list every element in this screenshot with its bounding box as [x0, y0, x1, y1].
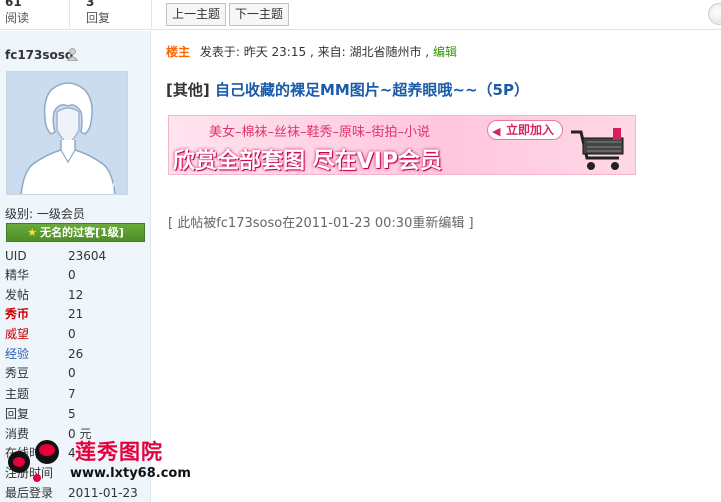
- info-value: 23604: [68, 249, 107, 263]
- post-meta: 楼主 发表于: 昨天 23:15 , 来自: 湖北省随州市 , 编辑: [166, 43, 457, 60]
- floor-label: 楼主: [166, 45, 191, 59]
- banner-headline: 欣赏全部套图 尽在VIP会员: [173, 149, 442, 174]
- watermark-site-name: 莲秀图院: [75, 440, 163, 464]
- next-topic-button[interactable]: 下一主题: [229, 3, 290, 26]
- toolbar-round-button[interactable]: [708, 3, 721, 25]
- divider: [69, 0, 70, 30]
- info-value: 5: [68, 407, 76, 421]
- watermark-url: www.lxty68.com: [70, 466, 191, 481]
- divider: [151, 0, 152, 30]
- info-value: 2011-01-23: [68, 486, 138, 500]
- posted-time: 23:15: [271, 45, 307, 59]
- rank-label: 无名的过客[1级]: [40, 226, 124, 239]
- edit-link[interactable]: 编辑: [433, 45, 457, 59]
- view-count: 61 阅读: [5, 0, 29, 26]
- info-key: UID: [5, 249, 27, 263]
- avatar-watermark: pw: [100, 180, 115, 191]
- post-source: , 来自: 湖北省随州市: [309, 45, 422, 59]
- info-key: 威望: [5, 327, 30, 341]
- info-value: 0: [68, 327, 76, 341]
- star-icon: ★: [27, 226, 38, 239]
- user-status-icon: [67, 48, 78, 61]
- banner-tagline: 美女–棉袜–丝袜–鞋秀–原味–街拍–小说: [209, 125, 431, 140]
- vip-banner[interactable]: 美女–棉袜–丝袜–鞋秀–原味–街拍–小说 欣赏全部套图 尽在VIP会员 ◀ 立即加…: [168, 115, 636, 175]
- info-key: 主题: [5, 387, 30, 401]
- avatar[interactable]: pw: [6, 71, 128, 195]
- shopping-cart-icon: [571, 128, 624, 170]
- info-value: 26: [68, 347, 84, 361]
- info-key: 秀币: [5, 307, 30, 321]
- info-value: 12: [68, 288, 84, 302]
- info-key: 精华: [5, 268, 30, 282]
- info-value: 21: [68, 307, 84, 321]
- author-name[interactable]: fc173soso: [5, 48, 73, 62]
- info-key: 最后登录: [5, 486, 54, 500]
- info-value: 7: [68, 387, 76, 401]
- rank-badge: ★ 无名的过客[1级]: [6, 223, 145, 242]
- arrow-left-icon: ◀: [492, 125, 501, 138]
- member-level: 级别: 一级会员: [5, 207, 85, 221]
- info-value: 0: [68, 268, 76, 282]
- reply-count-label: 回复: [86, 11, 111, 25]
- view-count-value: 61: [5, 0, 22, 9]
- info-key: 经验: [5, 347, 30, 361]
- info-key: 发帖: [5, 288, 30, 302]
- reply-count: 3 回复: [86, 0, 110, 26]
- reply-count-value: 3: [86, 0, 95, 9]
- info-key: 回复: [5, 407, 30, 421]
- join-now-button[interactable]: ◀ 立即加入: [487, 120, 564, 140]
- join-now-label: 立即加入: [506, 123, 555, 137]
- view-count-label: 阅读: [5, 11, 30, 25]
- site-logo-icon: [8, 440, 59, 482]
- author-panel: fc173soso pw 级别: 一级会员 ★ 无名的过客[1级] UID 2360…: [0, 31, 151, 502]
- post-category[interactable]: [其他]: [166, 81, 210, 99]
- post-title: [其他] 自己收藏的裸足MM图片~超养眼哦~~（5P）: [166, 79, 529, 100]
- prev-topic-button[interactable]: 上一主题: [166, 3, 227, 26]
- info-value: 0: [68, 366, 76, 380]
- topic-toolbar: 61 阅读 3 回复 上一主题 下一主题: [0, 0, 721, 30]
- posted-label: 发表于: 昨天: [199, 45, 268, 59]
- info-key: 秀豆: [5, 366, 30, 380]
- post-title-text: 自己收藏的裸足MM图片~超养眼哦~~（5P）: [214, 81, 529, 99]
- default-avatar-silhouette-icon: [7, 72, 127, 194]
- edit-note: [ 此帖被fc173soso在2011-01-23 00:30重新编辑 ]: [168, 216, 474, 231]
- post-body: 楼主 发表于: 昨天 23:15 , 来自: 湖北省随州市 , 编辑 [其他] …: [152, 31, 721, 502]
- comma: ,: [425, 45, 430, 59]
